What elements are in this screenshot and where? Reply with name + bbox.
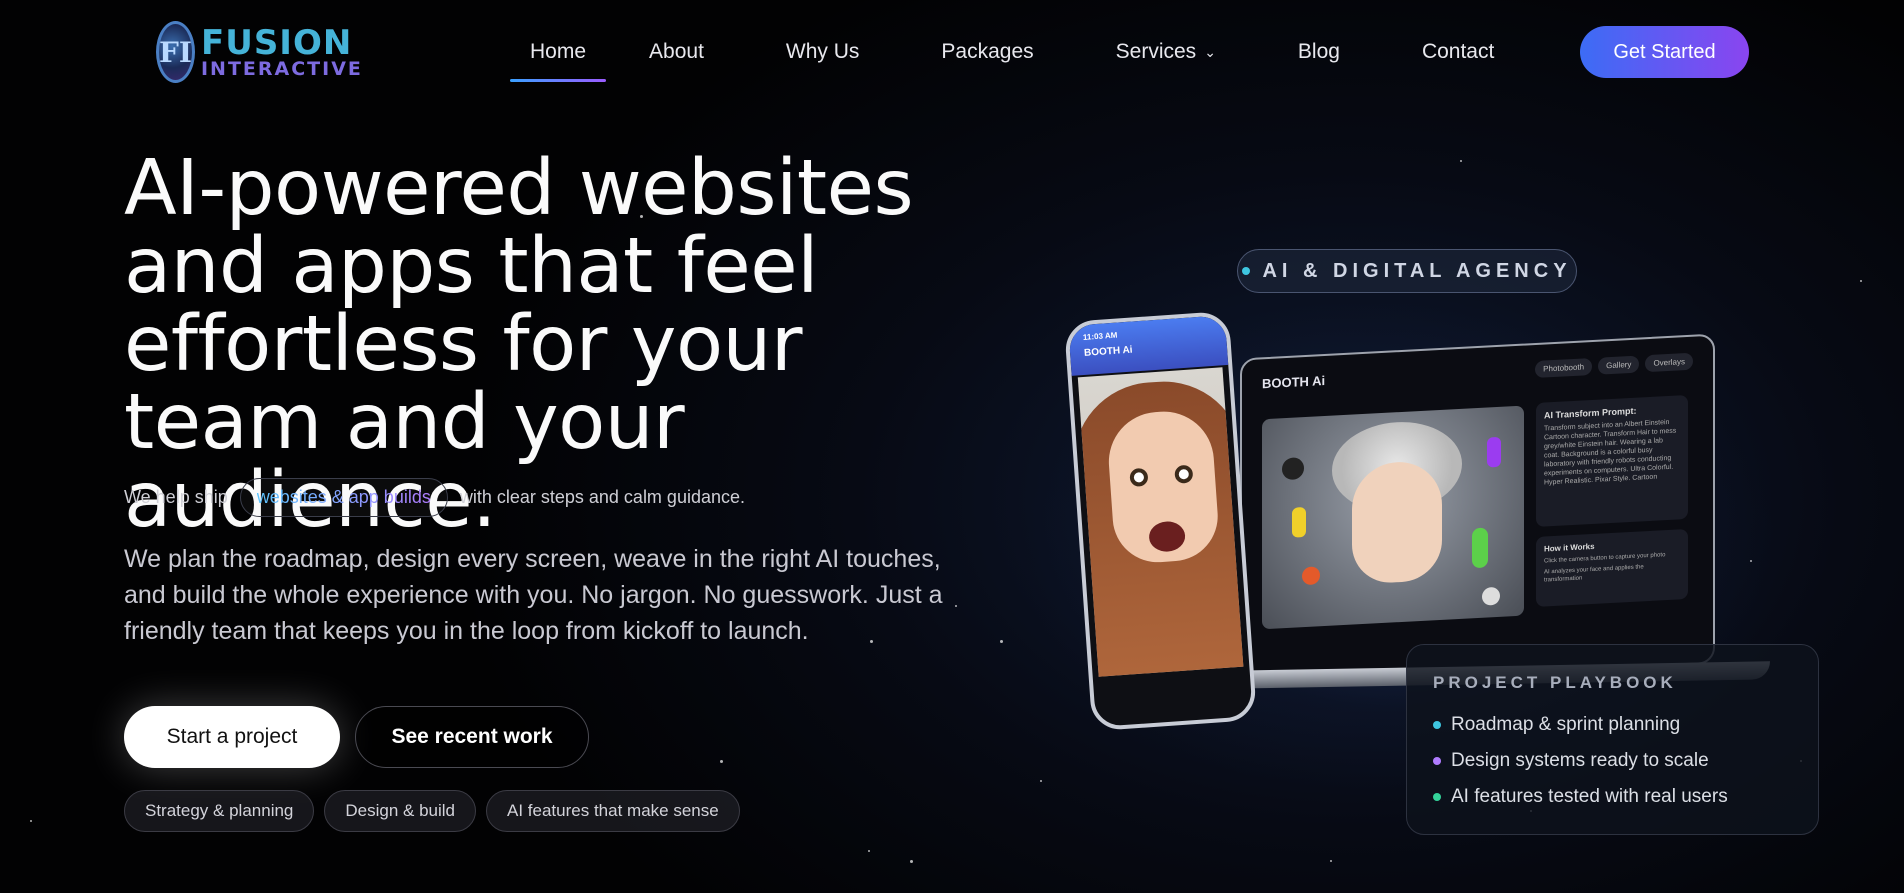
tag-design: Design & build: [324, 790, 477, 832]
ship-prefix: We help ship: [124, 487, 228, 507]
phone-photo: [1077, 367, 1244, 677]
project-playbook-card: PROJECT PLAYBOOK Roadmap & sprint planni…: [1406, 644, 1819, 835]
phone-mockup: 11:03 AM BOOTH Ai: [1063, 310, 1258, 732]
start-project-button[interactable]: Start a project: [124, 706, 340, 768]
nav-about[interactable]: About: [649, 30, 704, 74]
nav-why-us[interactable]: Why Us: [786, 30, 860, 74]
ship-pill-label: websites & app builds: [256, 487, 431, 507]
prompt-text: Transform subject into an Albert Einstei…: [1544, 418, 1677, 487]
bullet-dot-icon: [1433, 793, 1441, 801]
nav-blog[interactable]: Blog: [1298, 30, 1340, 74]
playbook-item: Roadmap & sprint planning: [1433, 707, 1792, 743]
playbook-item: Design systems ready to scale: [1433, 743, 1792, 779]
hero-description: We plan the roadmap, design every screen…: [124, 545, 943, 645]
tag-ai-features: AI features that make sense: [486, 790, 740, 832]
laptop-tab-photobooth: Photobooth: [1535, 357, 1593, 378]
ship-pill: websites & app builds: [239, 478, 448, 517]
phone-brand: BOOTH Ai: [1083, 344, 1133, 359]
see-recent-work-button[interactable]: See recent work: [355, 706, 589, 768]
playbook-title: PROJECT PLAYBOOK: [1433, 673, 1677, 692]
nav-packages[interactable]: Packages: [941, 30, 1033, 74]
tag-strategy: Strategy & planning: [124, 790, 315, 832]
laptop-mockup: BOOTH Ai Photobooth Gallery Overlays AI …: [1240, 333, 1715, 689]
agency-badge: AI & DIGITAL AGENCY: [1237, 249, 1577, 293]
nav-services[interactable]: Services ⌄: [1116, 30, 1216, 74]
ship-line: We help ship websites & app builds with …: [124, 478, 745, 517]
agency-label: AI & DIGITAL AGENCY: [1262, 259, 1572, 282]
brand-logo[interactable]: FI FUSION INTERACTIVE: [156, 20, 361, 84]
laptop-tab-overlays: Overlays: [1645, 352, 1693, 373]
how-step-2: AI analyzes your face and applies the tr…: [1544, 564, 1644, 584]
brand-mark: FI: [156, 21, 195, 83]
playbook-item-label: Design systems ready to scale: [1451, 750, 1709, 771]
ship-suffix: with clear steps and calm guidance.: [459, 487, 745, 507]
playbook-item-label: AI features tested with real users: [1451, 786, 1728, 807]
laptop-brand: BOOTH Ai: [1262, 372, 1326, 392]
brand-name: FUSION: [200, 22, 353, 63]
phone-time: 11:03 AM: [1082, 330, 1118, 342]
nav-links: Home About Why Us Packages Services ⌄ Blo…: [509, 30, 1494, 82]
laptop-how-card: How it Works Click the camera button to …: [1536, 528, 1688, 607]
top-nav: FI FUSION INTERACTIVE Home About Why Us …: [0, 0, 1904, 104]
laptop-tab-gallery: Gallery: [1598, 355, 1640, 375]
nav-home[interactable]: Home: [509, 30, 607, 82]
brand-subname: INTERACTIVE: [200, 57, 363, 80]
bullet-dot-icon: [1433, 721, 1441, 729]
get-started-button[interactable]: Get Started: [1580, 26, 1749, 78]
feature-tags: Strategy & planning Design & build AI fe…: [124, 790, 740, 832]
laptop-photo: [1262, 405, 1524, 630]
nav-contact[interactable]: Contact: [1422, 30, 1494, 74]
playbook-item-label: Roadmap & sprint planning: [1451, 714, 1681, 735]
chevron-down-icon: ⌄: [1204, 43, 1216, 60]
bullet-dot-icon: [1433, 757, 1441, 765]
playbook-item: AI features tested with real users: [1433, 779, 1792, 815]
nav-services-label: Services: [1115, 40, 1197, 63]
laptop-prompt-card: AI Transform Prompt: Transform subject i…: [1536, 394, 1688, 527]
agency-dot: [1242, 267, 1251, 275]
